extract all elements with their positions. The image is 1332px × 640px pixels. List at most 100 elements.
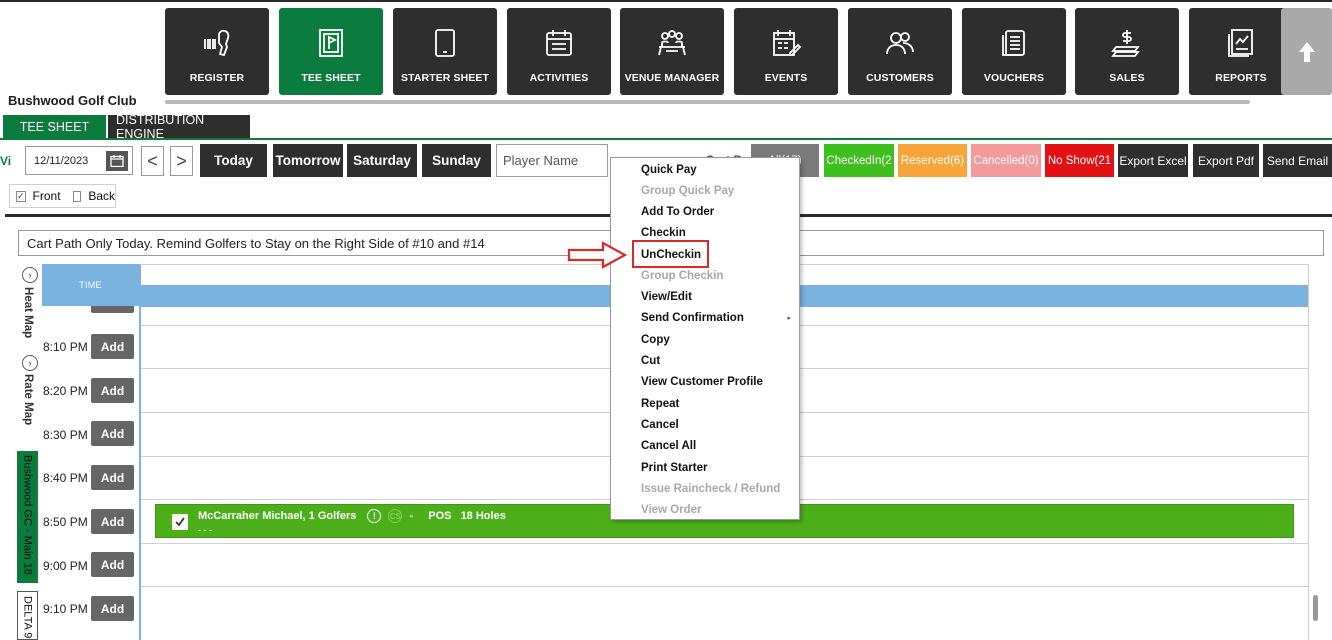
chevron-right-icon: > bbox=[176, 150, 187, 171]
prev-day-button[interactable]: < bbox=[141, 146, 164, 176]
alert-icon[interactable]: ! bbox=[367, 509, 382, 523]
time-label: 8:30 PM bbox=[43, 428, 88, 442]
expand-rate-map-icon[interactable]: › bbox=[22, 355, 38, 371]
nav-customers-button[interactable]: CUSTOMERS bbox=[848, 8, 952, 95]
cart-icon: CS bbox=[388, 509, 403, 523]
course-tab-main-18[interactable]: Bushwood GC - Main 18 bbox=[17, 451, 38, 583]
arrow-up-icon bbox=[1298, 41, 1315, 62]
back-label: Back bbox=[88, 189, 115, 203]
grid-scrollbar[interactable] bbox=[1313, 595, 1318, 621]
report-icon bbox=[1225, 26, 1257, 60]
course-tab-delta-9[interactable]: DELTA 9 bbox=[17, 591, 38, 640]
date-value: 12/11/2023 bbox=[34, 154, 89, 167]
filter-checkedin-button[interactable]: CheckedIn(2 bbox=[824, 144, 894, 177]
add-button-partial[interactable] bbox=[91, 306, 134, 313]
scanner-icon bbox=[201, 26, 233, 60]
front-label: Front bbox=[32, 189, 61, 203]
nav-starter-sheet-button[interactable]: STARTER SHEET bbox=[393, 8, 497, 95]
today-button[interactable]: Today bbox=[200, 144, 267, 177]
tab-tee-sheet[interactable]: TEE SHEET bbox=[3, 115, 106, 139]
meeting-icon bbox=[656, 26, 688, 60]
booking-subline: - - - bbox=[198, 525, 212, 535]
uncheckin-highlight-box bbox=[632, 240, 709, 268]
send-email-button[interactable]: Send Email bbox=[1263, 144, 1332, 177]
add-button[interactable]: Add bbox=[91, 378, 134, 403]
top-border bbox=[0, 0, 1332, 2]
time-column-header: TIME bbox=[42, 264, 139, 306]
chevron-left-icon: < bbox=[147, 150, 158, 171]
menu-view-order: View Order bbox=[641, 504, 702, 516]
nine-selector: ✓ Front Back bbox=[9, 184, 116, 208]
flag-board-icon bbox=[315, 26, 347, 60]
people-icon bbox=[884, 26, 916, 60]
menu-view-edit[interactable]: View/Edit bbox=[641, 291, 692, 303]
nav-sales-button[interactable]: SALES bbox=[1075, 8, 1179, 95]
menu-group-checkin: Group Checkin bbox=[641, 270, 724, 282]
add-button[interactable]: Add bbox=[91, 552, 134, 577]
tab-distribution-engine[interactable]: DISTRIBUTION ENGINE bbox=[108, 113, 250, 141]
heat-map-tab[interactable]: Heat Map bbox=[22, 287, 34, 338]
nav-activities-button[interactable]: ACTIVITIES bbox=[507, 8, 611, 95]
voucher-icon bbox=[998, 26, 1030, 60]
menu-checkin[interactable]: Checkin bbox=[641, 227, 686, 239]
menu-group-quick-pay: Group Quick Pay bbox=[641, 185, 735, 197]
add-button[interactable]: Add bbox=[91, 421, 134, 446]
view-label: Vi bbox=[0, 154, 12, 168]
calendar-edit-icon bbox=[770, 26, 802, 60]
menu-add-to-order[interactable]: Add To Order bbox=[641, 206, 714, 218]
menu-cancel-all[interactable]: Cancel All bbox=[641, 440, 696, 452]
rate-map-tab[interactable]: Rate Map bbox=[22, 374, 34, 425]
menu-repeat[interactable]: Repeat bbox=[641, 398, 679, 410]
menu-send-confirmation[interactable]: Send Confirmation bbox=[641, 312, 744, 324]
nav-register-button[interactable]: REGISTER bbox=[165, 8, 269, 95]
booking-holes: 18 Holes bbox=[460, 509, 506, 522]
date-picker[interactable]: 12/11/2023 bbox=[25, 146, 133, 175]
calendar-icon[interactable] bbox=[106, 150, 128, 171]
row-divider bbox=[141, 586, 1308, 587]
sunday-button[interactable]: Sunday bbox=[422, 144, 491, 177]
time-label: 9:00 PM bbox=[43, 559, 88, 573]
tabs-underline bbox=[0, 138, 1332, 140]
checked-in-checkbox[interactable] bbox=[172, 514, 188, 530]
nav-vouchers-button[interactable]: VOUCHERS bbox=[962, 8, 1066, 95]
tablet-icon bbox=[429, 26, 461, 60]
add-button[interactable]: Add bbox=[91, 509, 134, 534]
menu-print-starter[interactable]: Print Starter bbox=[641, 462, 707, 474]
nav-reports-button[interactable]: REPORTS bbox=[1189, 8, 1293, 95]
submenu-arrow-icon: ▸ bbox=[787, 315, 791, 322]
player-name-input[interactable] bbox=[496, 144, 608, 177]
expand-heat-map-icon[interactable]: › bbox=[22, 267, 38, 283]
time-label: 8:20 PM bbox=[43, 384, 88, 398]
filter-reserved-button[interactable]: Reserved(6) bbox=[898, 144, 967, 177]
menu-quick-pay[interactable]: Quick Pay bbox=[641, 164, 697, 176]
time-label: 8:50 PM bbox=[43, 515, 88, 529]
menu-issue-raincheck-refund: Issue Raincheck / Refund bbox=[641, 483, 781, 495]
nav-tee-sheet-button[interactable]: TEE SHEET bbox=[279, 8, 383, 95]
next-day-button[interactable]: > bbox=[170, 146, 193, 176]
booking-player: McCarraher Michael, 1 Golfers bbox=[198, 509, 357, 522]
booking-details: McCarraher Michael, 1 Golfers ! CS - POS… bbox=[198, 509, 506, 523]
menu-copy[interactable]: Copy bbox=[641, 334, 670, 346]
export-excel-button[interactable]: Export Excel bbox=[1118, 144, 1188, 177]
time-label: 9:10 PM bbox=[43, 602, 88, 616]
club-name: Bushwood Golf Club bbox=[8, 93, 137, 108]
back-checkbox[interactable] bbox=[72, 190, 82, 202]
saturday-button[interactable]: Saturday bbox=[347, 144, 417, 177]
filter-cancelled-button[interactable]: Cancelled(0) bbox=[971, 144, 1041, 177]
front-checkbox[interactable]: ✓ bbox=[16, 190, 26, 202]
nav-scrollbar[interactable] bbox=[165, 100, 1250, 104]
menu-view-customer-profile[interactable]: View Customer Profile bbox=[641, 376, 763, 388]
scroll-up-button[interactable] bbox=[1281, 8, 1332, 95]
row-divider bbox=[141, 543, 1308, 544]
nav-venue-manager-button[interactable]: VENUE MANAGER bbox=[620, 8, 724, 95]
add-button[interactable]: Add bbox=[91, 334, 134, 359]
add-button[interactable]: Add bbox=[91, 465, 134, 490]
filter-no-show-button[interactable]: No Show(21 bbox=[1045, 144, 1114, 177]
menu-cut[interactable]: Cut bbox=[641, 355, 660, 367]
nav-events-button[interactable]: EVENTS bbox=[734, 8, 838, 95]
tomorrow-button[interactable]: Tomorrow bbox=[273, 144, 343, 177]
checklist-icon bbox=[543, 26, 575, 60]
export-pdf-button[interactable]: Export Pdf bbox=[1193, 144, 1259, 177]
menu-cancel[interactable]: Cancel bbox=[641, 419, 679, 431]
add-button[interactable]: Add bbox=[91, 596, 134, 621]
